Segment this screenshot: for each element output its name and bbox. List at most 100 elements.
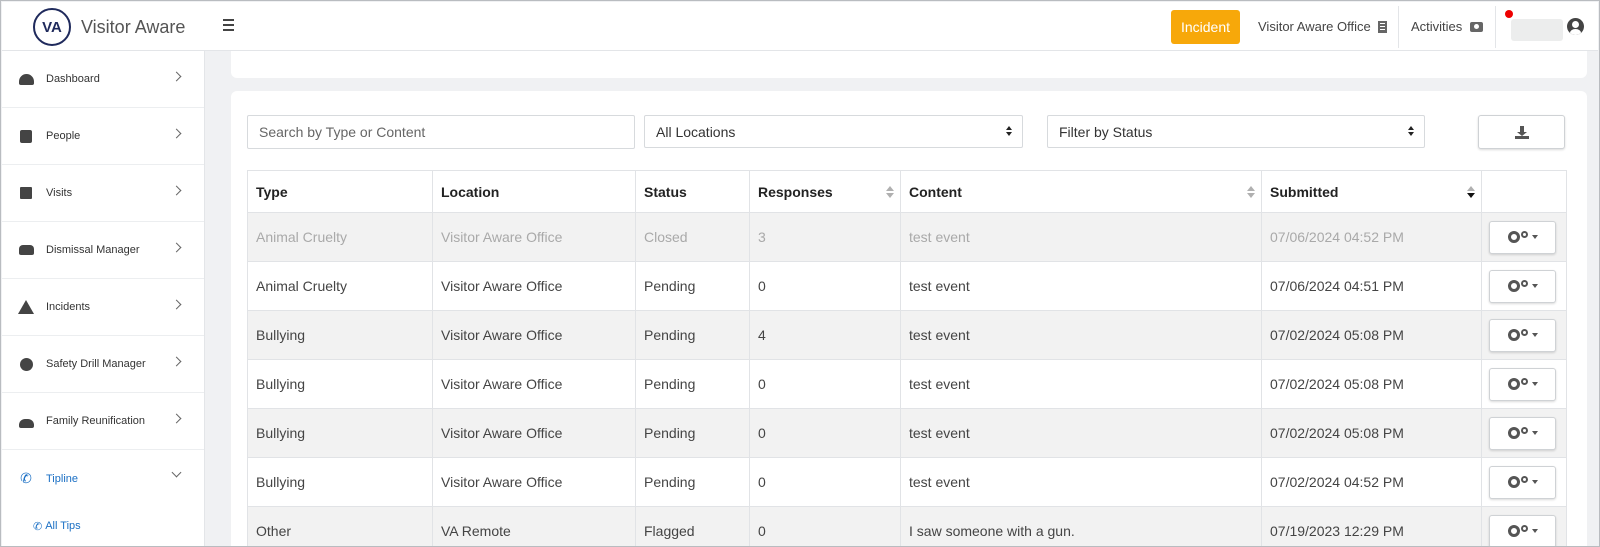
cell-status: Pending: [635, 310, 750, 360]
column-header-location: Location: [432, 170, 636, 213]
cell-submitted: 07/02/2024 05:08 PM: [1261, 359, 1482, 409]
table-row[interactable]: Animal Cruelty Visitor Aware Office Clos…: [247, 212, 1567, 262]
tips-panel: All Locations Filter by Status Type Loca…: [231, 91, 1587, 546]
cell-status: Pending: [635, 359, 750, 409]
sidebar-item-safety-drill-manager[interactable]: Safety Drill Manager: [2, 336, 204, 393]
table-row[interactable]: Bullying Visitor Aware Office Pending 0 …: [247, 457, 1567, 507]
column-header-label: Content: [909, 183, 962, 200]
cell-responses: 0: [749, 408, 901, 458]
divider: [1495, 6, 1496, 48]
sidebar-subitem-all-tips[interactable]: ✆ All Tips: [2, 507, 204, 545]
user-name-placeholder[interactable]: [1511, 19, 1563, 41]
row-actions-button[interactable]: [1489, 318, 1556, 352]
location-select[interactable]: All Locations: [644, 115, 1023, 148]
table-row[interactable]: Animal Cruelty Visitor Aware Office Pend…: [247, 261, 1567, 311]
download-button[interactable]: [1478, 115, 1565, 149]
gear-icon: [1507, 329, 1520, 341]
office-selector[interactable]: Visitor Aware Office: [1258, 2, 1387, 51]
column-header-content[interactable]: Content: [900, 170, 1262, 213]
menu-toggle-icon[interactable]: [218, 16, 240, 36]
search-input[interactable]: [247, 115, 635, 149]
sidebar-item-people[interactable]: People: [2, 108, 204, 165]
hand-icon: [18, 414, 34, 428]
divider: [1398, 6, 1399, 48]
location-select-value: All Locations: [656, 123, 736, 140]
gear-icon: [1507, 476, 1520, 488]
column-header-responses[interactable]: Responses: [749, 170, 901, 213]
cell-responses: 0: [749, 261, 901, 311]
sidebar-item-label: Incidents: [46, 301, 91, 313]
sidebar-item-incidents[interactable]: Incidents: [2, 279, 204, 336]
incident-button[interactable]: Incident: [1171, 10, 1240, 44]
column-header-status: Status: [635, 170, 750, 213]
sidebar: Dashboard People Visits Dismissal Manage…: [2, 51, 205, 546]
chevron-right-icon: [171, 128, 182, 139]
chevron-right-icon: [171, 71, 182, 82]
sidebar-item-dashboard[interactable]: Dashboard: [2, 51, 204, 108]
cell-responses: 0: [749, 506, 901, 546]
row-actions-button[interactable]: [1489, 465, 1556, 499]
cell-location: VA Remote: [432, 506, 636, 546]
sidebar-item-label: People: [46, 130, 81, 142]
gear-small-icon: [1520, 525, 1528, 532]
cell-location: Visitor Aware Office: [432, 310, 636, 360]
row-actions-button[interactable]: [1489, 269, 1556, 303]
cell-content: test event: [900, 359, 1262, 409]
office-label: Visitor Aware Office: [1258, 19, 1371, 34]
app-window: VA Visitor Aware Incident Visitor Aware …: [0, 0, 1600, 547]
phone-icon: ✆: [33, 520, 43, 533]
cell-content: test event: [900, 310, 1262, 360]
chevron-right-icon: [171, 299, 182, 310]
sidebar-subitem-label: All Tips: [45, 520, 81, 532]
sidebar-item-label: Dismissal Manager: [46, 244, 140, 256]
logo[interactable]: VA: [33, 8, 71, 46]
car-icon: [18, 243, 34, 257]
cell-status: Flagged: [635, 506, 750, 546]
cell-type: Bullying: [247, 310, 433, 360]
gear-small-icon: [1520, 329, 1528, 336]
sidebar-item-family-reunification[interactable]: Family Reunification: [2, 393, 204, 450]
sidebar-item-label: Safety Drill Manager: [46, 358, 146, 370]
table-row[interactable]: Bullying Visitor Aware Office Pending 0 …: [247, 359, 1567, 409]
table-row[interactable]: Other VA Remote Flagged 0 I saw someone …: [247, 506, 1567, 546]
activities-link[interactable]: Activities: [1411, 2, 1484, 51]
gear-small-icon: [1520, 476, 1528, 483]
cell-type: Bullying: [247, 359, 433, 409]
sort-icon[interactable]: [886, 186, 894, 199]
user-icon[interactable]: [1567, 18, 1584, 35]
select-arrows-icon: [1408, 126, 1414, 138]
camera-icon: [1470, 21, 1484, 32]
sidebar-item-tipline[interactable]: ✆ Tipline: [2, 450, 204, 507]
cell-status: Pending: [635, 408, 750, 458]
row-actions-button[interactable]: [1489, 514, 1556, 546]
cell-status: Closed: [635, 212, 750, 262]
status-select[interactable]: Filter by Status: [1047, 115, 1425, 148]
row-actions-button[interactable]: [1489, 367, 1556, 401]
building-icon: [1377, 20, 1387, 33]
cell-submitted: 07/06/2024 04:51 PM: [1261, 261, 1482, 311]
sidebar-item-visits[interactable]: Visits: [2, 165, 204, 222]
cell-type: Animal Cruelty: [247, 212, 433, 262]
caret-down-icon: [1531, 382, 1538, 386]
phone-icon: ✆: [20, 470, 32, 486]
column-header-actions: [1481, 170, 1567, 213]
chevron-right-icon: [171, 356, 182, 367]
sidebar-item-dismissal-manager[interactable]: Dismissal Manager: [2, 222, 204, 279]
sidebar-item-label: Dashboard: [46, 73, 100, 85]
column-header-submitted[interactable]: Submitted: [1261, 170, 1482, 213]
table-row[interactable]: Bullying Visitor Aware Office Pending 0 …: [247, 408, 1567, 458]
calendar-icon: [18, 186, 34, 200]
cell-submitted: 07/02/2024 05:08 PM: [1261, 408, 1482, 458]
people-icon: [18, 129, 34, 143]
chevron-right-icon: [171, 242, 182, 253]
dashboard-icon: [18, 72, 34, 86]
cell-type: Other: [247, 506, 433, 546]
chevron-right-icon: [171, 185, 182, 196]
row-actions-button[interactable]: [1489, 220, 1556, 254]
sort-icon[interactable]: [1247, 186, 1255, 199]
row-actions-button[interactable]: [1489, 416, 1556, 450]
gear-small-icon: [1520, 231, 1528, 238]
cell-content: test event: [900, 261, 1262, 311]
sort-desc-icon[interactable]: [1467, 186, 1475, 199]
table-row[interactable]: Bullying Visitor Aware Office Pending 4 …: [247, 310, 1567, 360]
